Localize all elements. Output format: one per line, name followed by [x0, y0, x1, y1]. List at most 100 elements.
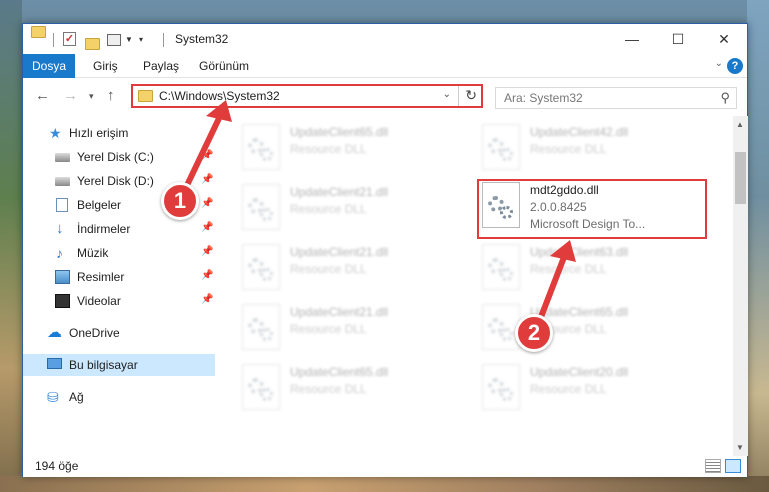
- pin-icon[interactable]: 📌: [201, 174, 213, 185]
- minimize-button[interactable]: —: [609, 24, 655, 54]
- folder-icon: [31, 26, 46, 38]
- dll-file-icon: [482, 244, 520, 290]
- file-item[interactable]: UpdateClient21.dll Resource DLL: [238, 182, 468, 234]
- sidebar-item-label: Yerel Disk (D:): [77, 174, 154, 188]
- sidebar-item-label: Yerel Disk (C:): [77, 150, 154, 164]
- sidebar-item-music[interactable]: ♪ Müzik 📌: [23, 242, 215, 264]
- sidebar-item-label: Ağ: [69, 390, 84, 404]
- large-icons-view-icon[interactable]: [725, 459, 741, 473]
- vertical-scrollbar[interactable]: ▲ ▼: [733, 116, 748, 456]
- tab-share[interactable]: Paylaş: [133, 54, 189, 78]
- sidebar-item-label: Bu bilgisayar: [69, 358, 138, 372]
- pin-icon[interactable]: 📌: [201, 150, 213, 161]
- expand-ribbon-icon[interactable]: ⌄: [715, 58, 723, 69]
- pin-icon[interactable]: 📌: [201, 270, 213, 281]
- window-title: System32: [175, 32, 229, 46]
- cloud-icon: ☁: [47, 324, 62, 341]
- quick-access-separator: [53, 33, 54, 47]
- maximize-button[interactable]: ☐: [655, 24, 701, 54]
- file-item[interactable]: UpdateClient63.dll Resource DLL: [478, 242, 708, 294]
- file-name: UpdateClient63.dll: [530, 245, 629, 259]
- pictures-icon: [55, 270, 70, 284]
- tab-home[interactable]: Giriş: [83, 54, 128, 78]
- forward-arrow-icon[interactable]: →: [63, 87, 78, 104]
- sidebar-item-label: Müzik: [77, 246, 109, 260]
- up-arrow-icon[interactable]: ↑: [107, 87, 115, 104]
- file-item[interactable]: UpdateClient42.dll Resource DLL: [478, 122, 708, 174]
- sidebar-item-pictures[interactable]: Resimler 📌: [23, 266, 215, 288]
- file-list: UpdateClient65.dll Resource DLL UpdateCl…: [216, 116, 733, 456]
- ribbon-tabs: Dosya Giriş Paylaş Görünüm ⌄ ?: [23, 54, 747, 78]
- sidebar-item-quick-access[interactable]: ★ Hızlı erişim: [23, 122, 215, 144]
- scroll-down-icon[interactable]: ▼: [736, 443, 744, 452]
- file-item[interactable]: UpdateClient20.dll Resource DLL: [478, 362, 708, 414]
- sidebar-item-network[interactable]: ⛁ Ağ: [23, 386, 215, 408]
- dll-file-icon: [242, 184, 280, 230]
- file-name: UpdateClient21.dll: [290, 305, 389, 319]
- file-type: Resource DLL: [290, 202, 367, 216]
- sidebar-item-local-disk-c[interactable]: Yerel Disk (C:) 📌: [23, 146, 215, 168]
- pin-icon[interactable]: 📌: [201, 246, 213, 257]
- file-type: Resource DLL: [530, 382, 607, 396]
- dll-file-icon: [482, 364, 520, 410]
- scroll-up-icon[interactable]: ▲: [736, 120, 744, 129]
- dll-file-icon: [242, 304, 280, 350]
- file-item[interactable]: UpdateClient21.dll Resource DLL: [238, 242, 468, 294]
- back-arrow-icon[interactable]: ←: [35, 87, 50, 104]
- address-path[interactable]: C:\Windows\System32: [159, 89, 280, 103]
- file-type: Resource DLL: [530, 262, 607, 276]
- details-view-icon[interactable]: [705, 459, 721, 473]
- search-input[interactable]: Ara: System32: [504, 91, 583, 105]
- dll-file-icon: [242, 124, 280, 170]
- star-icon: ★: [49, 125, 62, 141]
- disk-icon: [55, 153, 70, 162]
- address-bar[interactable]: C:\Windows\System32 ⌄ ↻: [131, 84, 483, 108]
- file-item[interactable]: UpdateClient65.dll Resource DLL: [238, 122, 468, 174]
- desktop-background-right: [747, 0, 769, 492]
- pin-icon[interactable]: 📌: [201, 222, 213, 233]
- sidebar-item-onedrive[interactable]: ☁ OneDrive: [23, 322, 215, 344]
- dll-file-icon: [242, 364, 280, 410]
- sidebar-item-videos[interactable]: Videolar 📌: [23, 290, 215, 312]
- navigation-pane: ★ Hızlı erişim Yerel Disk (C:) 📌 Yerel D…: [23, 116, 215, 456]
- file-type: Resource DLL: [290, 262, 367, 276]
- file-item[interactable]: UpdateClient21.dll Resource DLL: [238, 302, 468, 354]
- new-folder-icon[interactable]: [85, 38, 100, 50]
- file-item[interactable]: UpdateClient65.dll Resource DLL: [478, 302, 708, 354]
- file-type: Resource DLL: [530, 142, 607, 156]
- search-icon[interactable]: ⚲: [720, 90, 730, 106]
- scrollbar-thumb[interactable]: [735, 152, 746, 204]
- sidebar-item-label: İndirmeler: [77, 222, 131, 236]
- computer-icon: [47, 358, 62, 369]
- sidebar-item-this-pc[interactable]: Bu bilgisayar: [23, 354, 215, 376]
- recent-locations-icon[interactable]: ▾: [89, 91, 94, 102]
- file-type: Resource DLL: [290, 142, 367, 156]
- file-name: UpdateClient65.dll: [290, 365, 389, 379]
- title-bar: ✓ ▼ ▾ System32 — ☐ ✕: [23, 24, 747, 54]
- file-type: Resource DLL: [290, 382, 367, 396]
- pin-icon[interactable]: 📌: [201, 294, 213, 305]
- file-name: UpdateClient20.dll: [530, 365, 629, 379]
- help-icon[interactable]: ?: [727, 58, 743, 74]
- status-bar: 194 öğe: [23, 456, 747, 477]
- tab-file[interactable]: Dosya: [23, 54, 75, 78]
- explorer-window: ✓ ▼ ▾ System32 — ☐ ✕ Dosya Giriş Paylaş …: [22, 23, 748, 477]
- customize-toolbar-icon[interactable]: [107, 34, 121, 46]
- file-name: UpdateClient65.dll: [290, 125, 389, 139]
- address-separator: [458, 86, 459, 106]
- sidebar-item-downloads[interactable]: ↓ İndirmeler 📌: [23, 218, 215, 240]
- close-button[interactable]: ✕: [701, 24, 747, 54]
- address-dropdown-icon[interactable]: ⌄: [443, 89, 451, 100]
- properties-check-icon[interactable]: ✓: [63, 32, 76, 46]
- file-item[interactable]: UpdateClient65.dll Resource DLL: [238, 362, 468, 414]
- chevron-down-icon[interactable]: ▼: [125, 35, 133, 51]
- title-separator: [163, 33, 164, 47]
- pin-icon[interactable]: 📌: [201, 198, 213, 209]
- search-box[interactable]: Ara: System32 ⚲: [495, 87, 737, 109]
- address-folder-icon: [138, 90, 153, 102]
- tab-view[interactable]: Görünüm: [189, 54, 259, 78]
- quick-access-dropdown-icon[interactable]: ▾: [139, 35, 143, 51]
- navigation-bar: ← → ▾ ↑ C:\Windows\System32 ⌄ ↻ Ara: Sys…: [23, 79, 747, 115]
- dll-file-icon: [242, 244, 280, 290]
- refresh-icon[interactable]: ↻: [465, 87, 477, 104]
